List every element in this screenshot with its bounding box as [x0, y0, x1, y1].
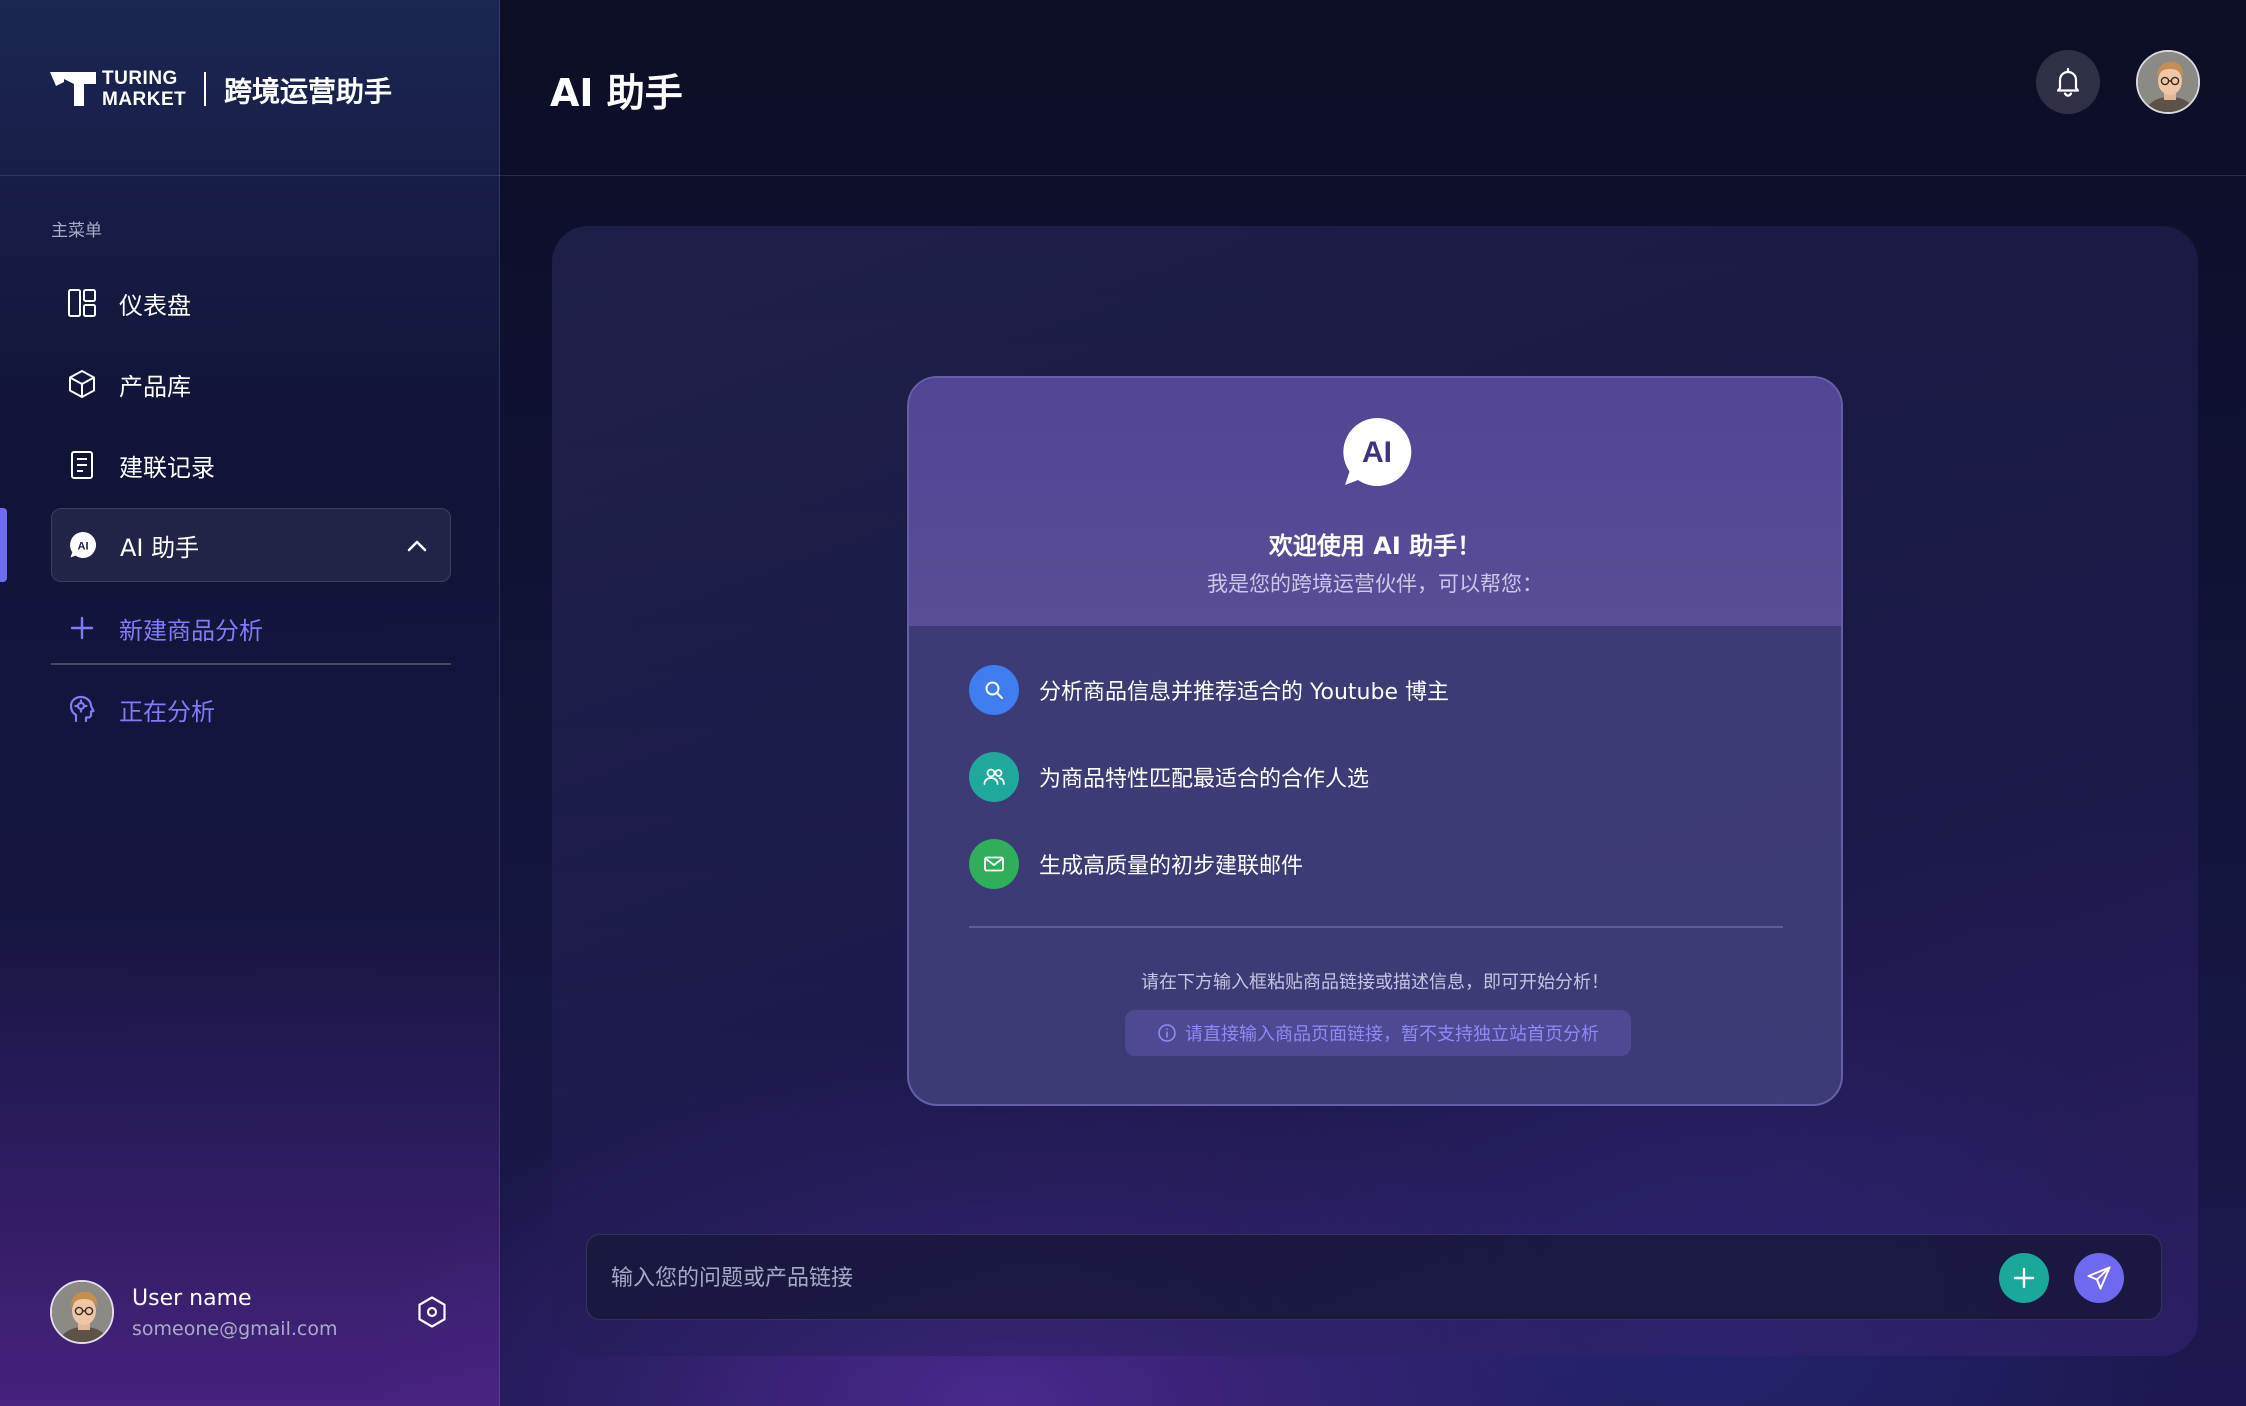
sidebar-item-label: 产品库: [119, 372, 191, 401]
ai-badge-icon: AI: [1343, 417, 1412, 486]
dashboard-icon: [65, 286, 99, 320]
add-attachment-button[interactable]: [1999, 1253, 2049, 1303]
sidebar-item-label: 仪表盘: [119, 291, 191, 320]
cube-icon: [65, 367, 99, 401]
sidebar-subitem-label: 新建商品分析: [119, 616, 263, 645]
user-name: User name: [132, 1286, 252, 1311]
logo-separator: [204, 72, 206, 106]
logo-line-2: MARKET: [102, 89, 187, 110]
ai-chat-icon: AI: [66, 528, 100, 562]
welcome-subtitle: 我是您的跨境运营伙伴，可以帮您：: [1207, 572, 1543, 596]
plus-icon: [2013, 1267, 2035, 1289]
user-avatar[interactable]: [50, 1280, 114, 1344]
top-header: AI 助手: [500, 0, 2246, 176]
brand-header: TURING MARKET 跨境运营助手: [0, 0, 500, 176]
logo-line-1: TURING: [102, 68, 178, 89]
turing-market-logo-icon: [50, 72, 96, 106]
sidebar-item-ai-assistant[interactable]: AI AI 助手: [51, 508, 451, 582]
chevron-up-icon[interactable]: [402, 531, 432, 561]
feature-text: 生成高质量的初步建联邮件: [1039, 854, 1304, 879]
user-profile[interactable]: User name someone@gmail.com: [50, 1280, 460, 1346]
info-icon: [1158, 1024, 1176, 1042]
feature-item-match: 为商品特性匹配最适合的合作人选: [969, 751, 1369, 803]
sidebar-item-label: 建联记录: [119, 453, 215, 482]
notifications-button[interactable]: [2036, 50, 2100, 114]
welcome-title: 欢迎使用 AI 助手！: [1268, 532, 1482, 560]
feature-item-email: 生成高质量的初步建联邮件: [969, 838, 1303, 890]
mail-icon: [969, 839, 1019, 889]
active-indicator: [0, 508, 7, 582]
bell-icon: [2056, 67, 2080, 97]
ai-badge-text: AI: [1362, 436, 1392, 469]
logo-text: TURING MARKET: [102, 68, 186, 110]
welcome-card-header: AI 欢迎使用 AI 助手！ 我是您的跨境运营伙伴，可以帮您：: [909, 378, 1841, 626]
app-name: 跨境运营助手: [224, 75, 393, 108]
page-title: AI 助手: [550, 71, 683, 115]
app-window: TURING MARKET 跨境运营助手 主菜单 仪表盘 产品库 建联记录 AI…: [0, 0, 2246, 1406]
welcome-card: AI 欢迎使用 AI 助手！ 我是您的跨境运营伙伴，可以帮您： 分析商品信息并推…: [907, 376, 1843, 1106]
brain-head-icon: [65, 692, 99, 726]
feature-text: 分析商品信息并推荐适合的 Youtube 博主: [1039, 680, 1449, 705]
sidebar-subitem-new-analysis[interactable]: 新建商品分析: [51, 596, 451, 660]
welcome-divider: [969, 926, 1783, 928]
document-icon: [65, 448, 99, 482]
sidebar-item-dashboard[interactable]: 仪表盘: [51, 266, 451, 340]
send-button[interactable]: [2074, 1253, 2124, 1303]
sidebar-item-outreach-records[interactable]: 建联记录: [51, 428, 451, 502]
sidebar-item-label: AI 助手: [120, 533, 200, 562]
sidebar-subitem-in-progress[interactable]: 正在分析: [51, 677, 451, 741]
send-icon: [2087, 1266, 2111, 1290]
welcome-hint: 请在下方输入框粘贴商品链接或描述信息，即可开始分析！: [1141, 972, 1609, 993]
svg-text:AI: AI: [78, 541, 89, 553]
chat-input-bar: [586, 1234, 2162, 1320]
plus-icon: [65, 611, 99, 645]
sidebar: TURING MARKET 跨境运营助手 主菜单 仪表盘 产品库 建联记录 AI…: [0, 0, 500, 1406]
sidebar-item-product-library[interactable]: 产品库: [51, 347, 451, 421]
notice-text: 请直接输入商品页面链接，暂不支持独立站首页分析: [1185, 1024, 1599, 1045]
search-icon: [969, 665, 1019, 715]
menu-heading: 主菜单: [51, 221, 102, 241]
user-email: someone@gmail.com: [132, 1318, 338, 1340]
feature-text: 为商品特性匹配最适合的合作人选: [1039, 767, 1370, 792]
sidebar-subitem-label: 正在分析: [119, 697, 215, 726]
settings-icon[interactable]: [414, 1294, 450, 1330]
notice-banner: 请直接输入商品页面链接，暂不支持独立站首页分析: [1125, 1010, 1631, 1056]
chat-input[interactable]: [611, 1253, 1911, 1303]
submenu-divider: [51, 663, 451, 665]
users-icon: [969, 752, 1019, 802]
header-avatar[interactable]: [2136, 50, 2200, 114]
feature-item-analyze: 分析商品信息并推荐适合的 Youtube 博主: [969, 664, 1449, 716]
